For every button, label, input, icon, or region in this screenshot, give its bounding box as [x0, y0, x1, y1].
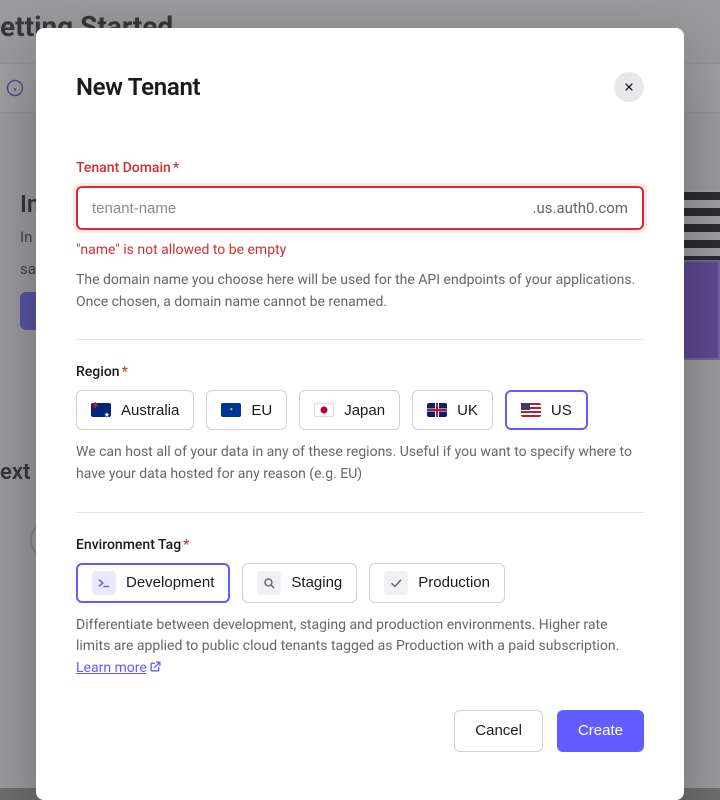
terminal-icon [92, 571, 116, 595]
env-option-production[interactable]: Production [369, 563, 505, 603]
domain-suffix: .us.auth0.com [533, 199, 628, 217]
close-button[interactable] [614, 72, 644, 102]
tenant-domain-section: Tenant Domain* .us.auth0.com "name" is n… [76, 160, 644, 313]
region-label-us: US [551, 402, 572, 419]
create-button[interactable]: Create [557, 710, 644, 752]
region-label-eu: EU [251, 402, 272, 419]
region-label: Region* [76, 364, 644, 380]
australia-flag-icon [91, 403, 111, 417]
divider [76, 339, 644, 340]
env-label-prd: Production [418, 574, 490, 591]
modal-header: New Tenant [76, 72, 644, 102]
modal-title: New Tenant [76, 73, 200, 101]
new-tenant-modal: New Tenant Tenant Domain* .us.auth0.com … [36, 28, 684, 800]
region-option-australia[interactable]: Australia [76, 390, 194, 430]
us-flag-icon [521, 403, 541, 417]
env-label-stg: Staging [291, 574, 342, 591]
environment-label: Environment Tag* [76, 537, 644, 553]
env-option-staging[interactable]: Staging [242, 563, 357, 603]
search-icon [257, 571, 281, 595]
close-icon [623, 81, 635, 93]
tenant-domain-input[interactable] [92, 200, 533, 217]
eu-flag-icon [221, 403, 241, 417]
region-option-uk[interactable]: UK [412, 390, 493, 430]
environment-options: Development Staging Production [76, 563, 644, 603]
uk-flag-icon [427, 403, 447, 417]
learn-more-link[interactable]: Learn more [76, 660, 162, 676]
region-options: Australia EU Japan UK US [76, 390, 644, 430]
env-label-dev: Development [126, 574, 214, 591]
tenant-domain-help: The domain name you choose here will be … [76, 270, 644, 313]
required-mark: * [173, 160, 179, 176]
environment-help: Differentiate between development, stagi… [76, 615, 644, 680]
region-label-uk: UK [457, 402, 478, 419]
region-option-japan[interactable]: Japan [299, 390, 400, 430]
divider [76, 512, 644, 513]
region-option-us[interactable]: US [505, 390, 588, 430]
check-icon [384, 571, 408, 595]
region-option-eu[interactable]: EU [206, 390, 287, 430]
cancel-button[interactable]: Cancel [454, 710, 543, 752]
region-section: Region* Australia EU Japan UK US [76, 364, 644, 485]
japan-flag-icon [314, 403, 334, 417]
env-option-development[interactable]: Development [76, 563, 230, 603]
region-help: We can host all of your data in any of t… [76, 442, 644, 485]
region-label-australia: Australia [121, 402, 179, 419]
required-mark: * [122, 364, 128, 380]
tenant-domain-label: Tenant Domain* [76, 160, 644, 176]
region-label-japan: Japan [344, 402, 385, 419]
modal-footer: Cancel Create [76, 710, 644, 752]
tenant-domain-error: "name" is not allowed to be empty [76, 242, 644, 258]
required-mark: * [183, 537, 189, 553]
external-link-icon [149, 660, 162, 673]
environment-section: Environment Tag* Development Staging Pro… [76, 537, 644, 680]
tenant-domain-input-wrap: .us.auth0.com [76, 186, 644, 230]
